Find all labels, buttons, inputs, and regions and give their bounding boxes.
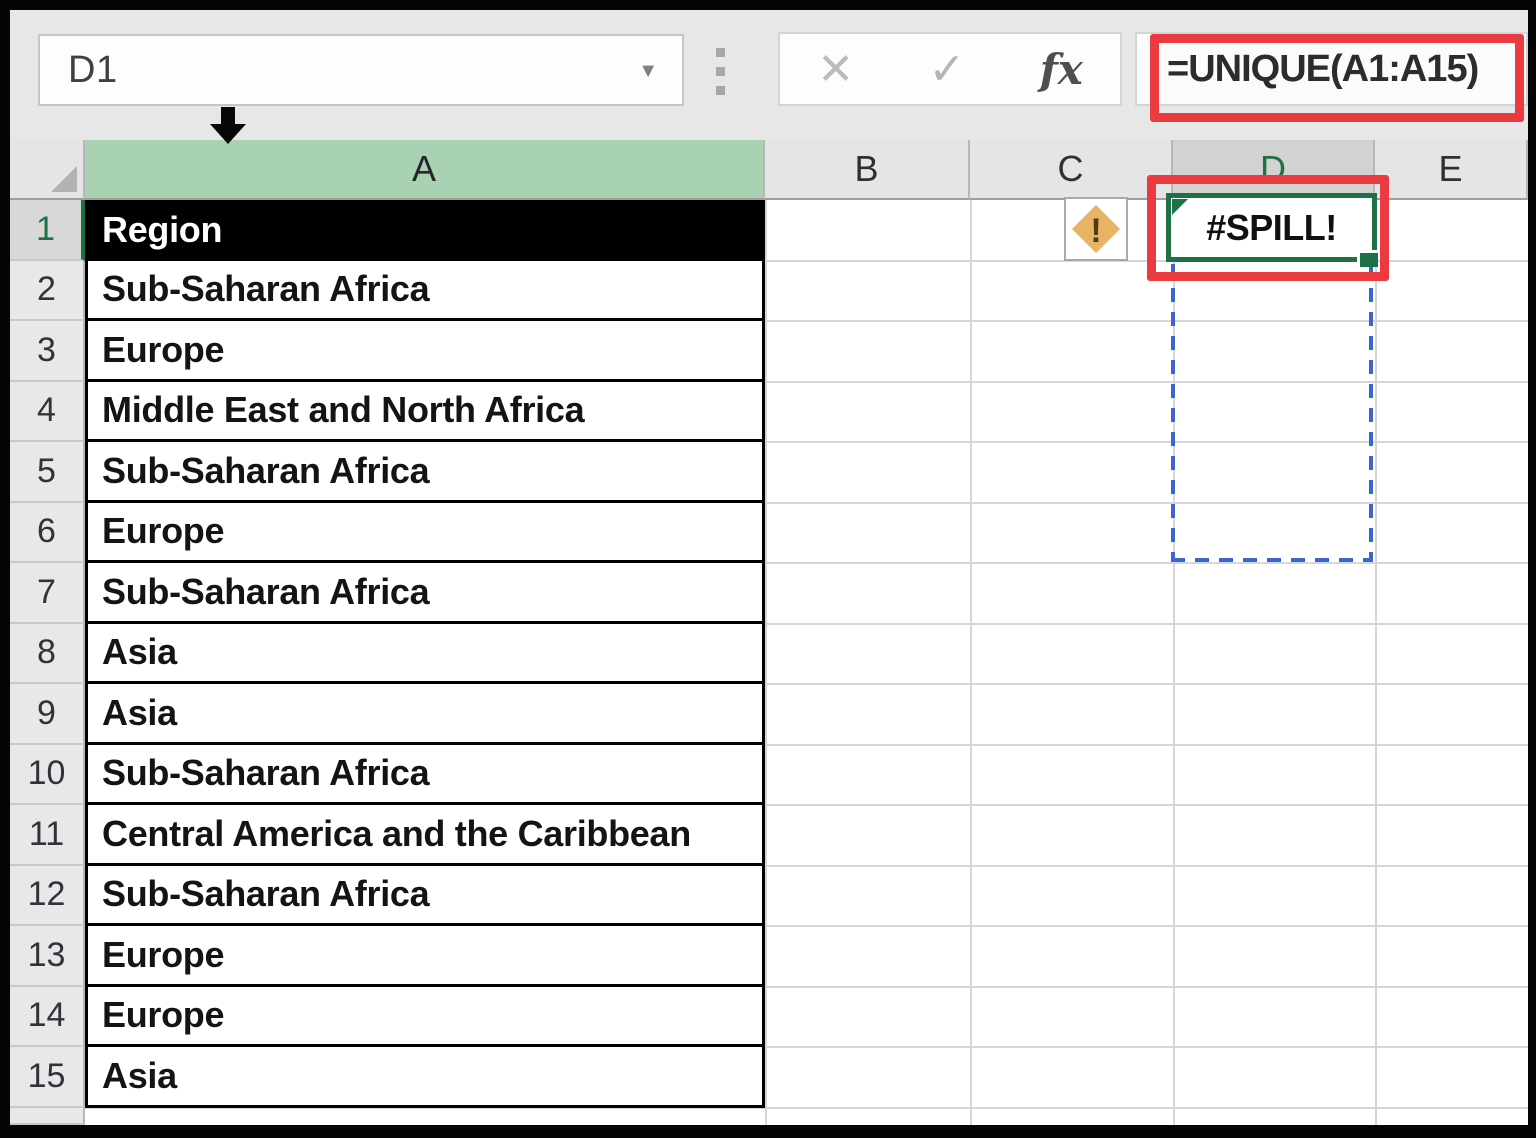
formula-annotation-box bbox=[1150, 34, 1524, 122]
row-header-4[interactable]: 4 bbox=[10, 382, 85, 443]
spill-range-outline-bottom bbox=[1171, 558, 1373, 562]
name-box-dropdown-icon[interactable]: ▼ bbox=[638, 60, 658, 83]
column-header-a[interactable]: A bbox=[85, 140, 765, 200]
row-header-10[interactable]: 10 bbox=[10, 745, 85, 806]
cell-a6[interactable]: Europe bbox=[85, 503, 765, 564]
cell-a4[interactable]: Middle East and North Africa bbox=[85, 382, 765, 443]
cell-a10[interactable]: Sub-Saharan Africa bbox=[85, 745, 765, 806]
insert-function-fx-icon[interactable]: fx bbox=[1040, 45, 1083, 94]
d1-annotation-box bbox=[1147, 175, 1389, 281]
cell-a7[interactable]: Sub-Saharan Africa bbox=[85, 563, 765, 624]
cell-a12[interactable]: Sub-Saharan Africa bbox=[85, 866, 765, 927]
row-header-8[interactable]: 8 bbox=[10, 624, 85, 685]
column-header-b[interactable]: B bbox=[765, 140, 970, 200]
cell-a5[interactable]: Sub-Saharan Africa bbox=[85, 442, 765, 503]
row-header-9[interactable]: 9 bbox=[10, 684, 85, 745]
warning-exclamation-icon: ! bbox=[1066, 203, 1126, 259]
row-header-1[interactable]: 1 bbox=[10, 200, 85, 261]
spill-range-outline-right bbox=[1369, 264, 1373, 562]
row-header-6[interactable]: 6 bbox=[10, 503, 85, 564]
spill-range-outline-left bbox=[1171, 264, 1175, 562]
column-header-c[interactable]: C bbox=[970, 140, 1173, 200]
cancel-button[interactable]: ✕ bbox=[817, 44, 854, 95]
name-box-value: D1 bbox=[40, 49, 118, 92]
row-header-12[interactable]: 12 bbox=[10, 866, 85, 927]
column-a-pointer-arrowhead-icon bbox=[210, 124, 246, 144]
column-header-e[interactable]: E bbox=[1375, 140, 1528, 200]
cell-a9[interactable]: Asia bbox=[85, 684, 765, 745]
cell-a2[interactable]: Sub-Saharan Africa bbox=[85, 261, 765, 322]
cell-a3[interactable]: Europe bbox=[85, 321, 765, 382]
row-header-5[interactable]: 5 bbox=[10, 442, 85, 503]
cell-a11[interactable]: Central America and the Caribbean bbox=[85, 805, 765, 866]
excel-window: D1 ▼ ✕ ✓ fx =UNIQUE(A1:A15) A B C D E 1R… bbox=[0, 0, 1536, 1138]
row-header-3[interactable]: 3 bbox=[10, 321, 85, 382]
row-header-16-partial[interactable] bbox=[10, 1108, 85, 1126]
cell-a13[interactable]: Europe bbox=[85, 926, 765, 987]
row-header-14[interactable]: 14 bbox=[10, 987, 85, 1048]
cell-a8[interactable]: Asia bbox=[85, 624, 765, 685]
row-header-13[interactable]: 13 bbox=[10, 926, 85, 987]
select-all-triangle-icon bbox=[51, 166, 77, 192]
cell-a15[interactable]: Asia bbox=[85, 1047, 765, 1108]
row-header-2[interactable]: 2 bbox=[10, 261, 85, 322]
select-all-button[interactable] bbox=[10, 140, 85, 200]
row-header-11[interactable]: 11 bbox=[10, 805, 85, 866]
name-box[interactable]: D1 ▼ bbox=[38, 34, 684, 106]
cell-a1[interactable]: Region bbox=[85, 200, 765, 261]
row-header-15[interactable]: 15 bbox=[10, 1047, 85, 1108]
formula-bar-buttons: ✕ ✓ fx bbox=[778, 32, 1122, 106]
error-options-button[interactable]: ! bbox=[1064, 197, 1128, 261]
formula-bar-separator-dots-icon bbox=[716, 48, 725, 95]
row-header-7[interactable]: 7 bbox=[10, 563, 85, 624]
cell-a14[interactable]: Europe bbox=[85, 987, 765, 1048]
enter-button[interactable]: ✓ bbox=[928, 44, 965, 95]
